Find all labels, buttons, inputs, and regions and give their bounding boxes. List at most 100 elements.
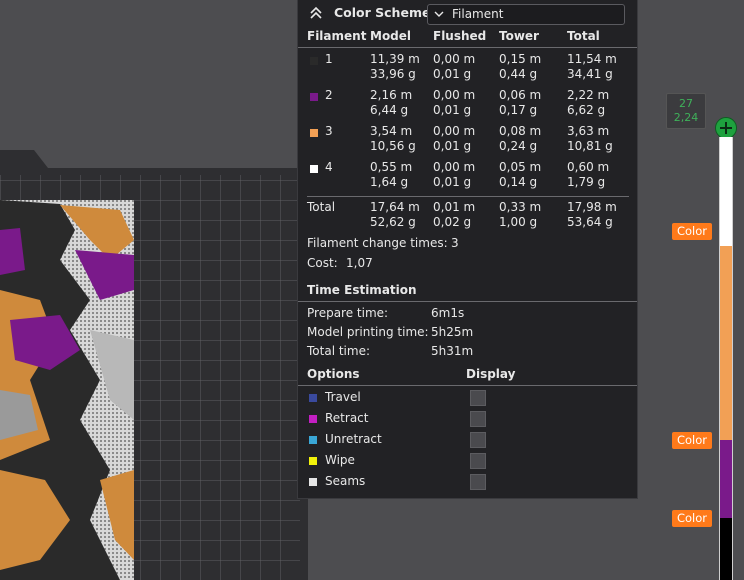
total-length: 0,60 m	[567, 160, 610, 174]
prepare-time-label: Prepare time:	[307, 306, 389, 320]
slider-segment-orange	[720, 246, 732, 440]
tower-length: 0,06 m	[499, 88, 542, 102]
tower-length: 0,15 m	[499, 52, 542, 66]
travel-display-checkbox[interactable]	[470, 390, 486, 406]
color-change-button[interactable]: Color	[672, 432, 712, 449]
model-length: 2,16 m	[370, 88, 413, 102]
totals-model-length: 17,64 m	[370, 200, 420, 214]
col-header-flushed: Flushed	[433, 29, 487, 43]
flushed-length: 0,00 m	[433, 88, 476, 102]
travel-color-swatch	[309, 394, 317, 402]
total-length: 3,63 m	[567, 124, 610, 138]
flushed-weight: 0,01 g	[433, 175, 472, 189]
cost-label: Cost:	[307, 256, 338, 270]
tower-weight: 0,14 g	[499, 175, 538, 189]
tower-weight: 0,44 g	[499, 67, 538, 81]
slider-segment-purple	[720, 440, 732, 518]
color-scheme-select[interactable]: Filament	[427, 4, 625, 25]
filament-color-swatch	[310, 93, 318, 101]
totals-total-weight: 53,64 g	[567, 215, 613, 229]
stats-panel: Color Scheme Filament Filament Model Flu…	[297, 0, 638, 499]
total-weight: 10,81 g	[567, 139, 613, 153]
totals-label: Total	[307, 200, 336, 214]
unretract-display-checkbox[interactable]	[470, 432, 486, 448]
filament-color-swatch	[310, 165, 318, 173]
unretract-color-swatch	[309, 436, 317, 444]
option-label-unretract: Unretract	[325, 432, 382, 446]
option-label-travel: Travel	[325, 390, 361, 404]
model-printing-time-value: 5h25m	[431, 325, 474, 339]
filament-color-swatch	[310, 57, 318, 65]
layer-slider-track[interactable]	[719, 137, 733, 580]
retract-display-checkbox[interactable]	[470, 411, 486, 427]
collapse-chevron-icon[interactable]	[308, 5, 324, 21]
col-header-tower: Tower	[499, 29, 539, 43]
flushed-weight: 0,01 g	[433, 67, 472, 81]
total-weight: 1,79 g	[567, 175, 606, 189]
model-weight: 6,44 g	[370, 103, 409, 117]
totals-flushed-length: 0,01 m	[433, 200, 476, 214]
totals-total-length: 17,98 m	[567, 200, 617, 214]
col-header-total: Total	[567, 29, 600, 43]
model-weight: 33,96 g	[370, 67, 416, 81]
model-length: 11,39 m	[370, 52, 420, 66]
total-length: 2,22 m	[567, 88, 610, 102]
tower-length: 0,05 m	[499, 160, 542, 174]
color-scheme-header: Color Scheme Filament	[298, 0, 637, 28]
option-label-retract: Retract	[325, 411, 369, 425]
flushed-length: 0,00 m	[433, 160, 476, 174]
filament-id: 1	[325, 52, 333, 66]
divider	[298, 385, 637, 386]
flushed-weight: 0,01 g	[433, 139, 472, 153]
tower-length: 0,08 m	[499, 124, 542, 138]
model-printing-time-label: Model printing time:	[307, 325, 429, 339]
filament-change-label: Filament change times:	[307, 236, 448, 250]
wipe-color-swatch	[309, 457, 317, 465]
total-time-value: 5h31m	[431, 344, 474, 358]
model-length: 3,54 m	[370, 124, 413, 138]
slider-segment-white	[720, 137, 732, 246]
divider	[298, 301, 637, 302]
chevron-down-icon	[434, 11, 444, 17]
tower-weight: 0,24 g	[499, 139, 538, 153]
flushed-weight: 0,01 g	[433, 103, 472, 117]
total-time-label: Total time:	[307, 344, 370, 358]
tower-weight: 0,17 g	[499, 103, 538, 117]
prepare-time-value: 6m1s	[431, 306, 465, 320]
layer-tooltip: 27 2,24	[666, 93, 706, 129]
retract-color-swatch	[309, 415, 317, 423]
filament-id: 3	[325, 124, 333, 138]
color-scheme-label: Color Scheme	[334, 5, 431, 20]
totals-tower-weight: 1,00 g	[499, 215, 538, 229]
totals-tower-length: 0,33 m	[499, 200, 542, 214]
totals-model-weight: 52,62 g	[370, 215, 416, 229]
color-scheme-value: Filament	[452, 7, 504, 21]
color-change-button[interactable]: Color	[672, 223, 712, 240]
total-length: 11,54 m	[567, 52, 617, 66]
filament-change-value: 3	[451, 236, 459, 250]
display-title: Display	[466, 367, 516, 381]
flushed-length: 0,00 m	[433, 124, 476, 138]
model-weight: 10,56 g	[370, 139, 416, 153]
layer-number: 27	[679, 97, 693, 110]
slider-add-knob-icon[interactable]	[715, 117, 737, 139]
printed-model	[0, 200, 134, 580]
divider	[298, 47, 637, 48]
model-length: 0,55 m	[370, 160, 413, 174]
flushed-length: 0,00 m	[433, 52, 476, 66]
seams-display-checkbox[interactable]	[470, 474, 486, 490]
seams-color-swatch	[309, 478, 317, 486]
cost-value: 1,07	[346, 256, 373, 270]
option-label-seams: Seams	[325, 474, 366, 488]
slider-segment-black	[720, 518, 732, 580]
wipe-display-checkbox[interactable]	[470, 453, 486, 469]
filament-id: 2	[325, 88, 333, 102]
time-estimation-title: Time Estimation	[307, 283, 417, 297]
filament-color-swatch	[310, 129, 318, 137]
totals-flushed-weight: 0,02 g	[433, 215, 472, 229]
color-change-button[interactable]: Color	[672, 510, 712, 527]
layer-height: 2,24	[673, 111, 699, 124]
total-weight: 34,41 g	[567, 67, 613, 81]
divider	[307, 196, 629, 197]
filament-id: 4	[325, 160, 333, 174]
